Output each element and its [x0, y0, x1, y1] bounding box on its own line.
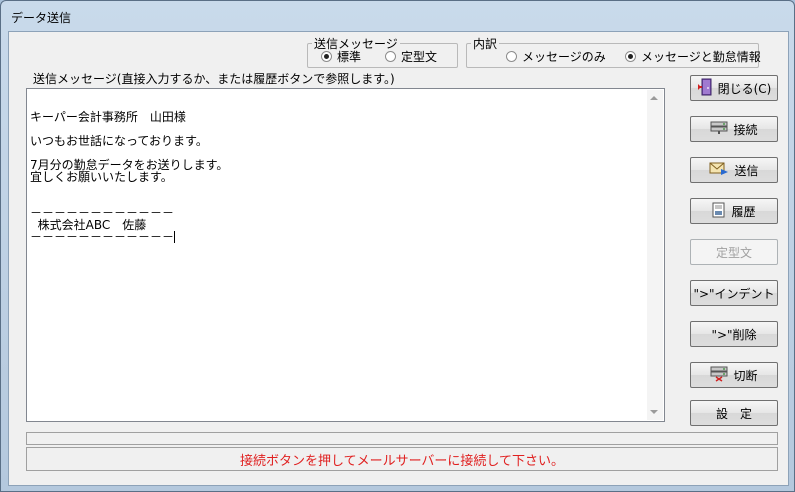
server-disconnect-icon	[710, 366, 728, 385]
radio-message-and-attendance[interactable]: メッセージと勤怠情報	[625, 48, 761, 65]
radio-standard[interactable]: 標準	[321, 48, 361, 65]
radio-template[interactable]: 定型文	[385, 48, 437, 65]
delete-quote-button-label: ">"削除	[711, 327, 757, 342]
settings-button-label: 設 定	[715, 406, 752, 421]
message-line: キーパー会計事務所 山田様	[30, 110, 186, 124]
message-textarea[interactable]: キーパー会計事務所 山田様 いつもお世話になっております。 7月分の勤怠データを…	[26, 88, 665, 422]
radio-message-and-attendance-label: メッセージと勤怠情報	[641, 50, 761, 64]
window-title: データ送信	[11, 11, 72, 25]
radio-template-label: 定型文	[401, 50, 438, 64]
status-message: 接続ボタンを押してメールサーバーに接続して下さい。	[239, 453, 565, 469]
title-bar[interactable]: データ送信	[1, 1, 794, 29]
status-bar: 接続ボタンを押してメールサーバーに接続して下さい。	[26, 447, 778, 471]
scroll-down-arrow-icon[interactable]	[650, 410, 658, 414]
radio-message-and-attendance-indicator[interactable]	[625, 51, 636, 62]
disconnect-button[interactable]: 切断	[690, 362, 778, 388]
scroll-up-arrow-icon[interactable]	[650, 96, 658, 100]
message-line	[30, 183, 644, 195]
message-last-line: －－－－－－－－－－－－	[30, 231, 644, 243]
close-button[interactable]: 閉じる(C)	[690, 75, 778, 101]
radio-message-only-label: メッセージのみ	[522, 50, 606, 64]
radio-message-only[interactable]: メッセージのみ	[506, 48, 606, 65]
indent-button[interactable]: ">"インデント	[690, 280, 778, 306]
send-button-label: 送信	[734, 163, 759, 178]
radio-message-only-indicator[interactable]	[506, 51, 517, 62]
delete-quote-button[interactable]: ">"削除	[690, 321, 778, 347]
text-caret	[174, 231, 176, 243]
document-icon	[712, 202, 726, 221]
connect-button[interactable]: 接続	[690, 116, 778, 142]
message-line: －－－－－－－－－－－－	[30, 230, 175, 244]
radio-standard-label: 標準	[337, 50, 362, 64]
indent-button-label: ">"インデント	[693, 286, 775, 301]
radio-template-indicator[interactable]	[385, 51, 396, 62]
data-send-window: データ送信 送信メッセージ 標準 定型文 内訳 メッセージのみ メッセージと勤怠…	[0, 0, 795, 492]
template-button-label: 定型文	[715, 245, 752, 260]
message-text: キーパー会計事務所 山田様 いつもお世話になっております。 7月分の勤怠データを…	[30, 99, 644, 243]
detail-legend: 内訳	[473, 37, 498, 51]
history-button[interactable]: 履歴	[690, 198, 778, 224]
server-icon	[710, 121, 728, 138]
settings-button[interactable]: 設 定	[690, 400, 778, 426]
history-button-label: 履歴	[731, 204, 756, 219]
connect-button-label: 接続	[733, 122, 758, 137]
message-vertical-scrollbar[interactable]	[647, 90, 663, 420]
window-client-area: 送信メッセージ 標準 定型文 内訳 メッセージのみ メッセージと勤怠情報 送信メ…	[8, 31, 789, 486]
send-button[interactable]: 送信	[690, 157, 778, 183]
message-line: いつもお世話になっております。	[30, 134, 208, 148]
template-button[interactable]: 定型文	[690, 239, 778, 265]
message-area-label: 送信メッセージ(直接入力するか、または履歴ボタンで参照します。)	[33, 72, 395, 86]
mail-send-icon	[709, 162, 729, 179]
disconnect-button-label: 切断	[733, 368, 758, 383]
close-button-label: 閉じる(C)	[717, 81, 772, 96]
message-line: 宜しくお願いいたします。	[30, 170, 173, 184]
radio-standard-indicator[interactable]	[321, 51, 332, 62]
door-exit-icon	[697, 78, 713, 99]
progress-bar	[26, 432, 778, 445]
